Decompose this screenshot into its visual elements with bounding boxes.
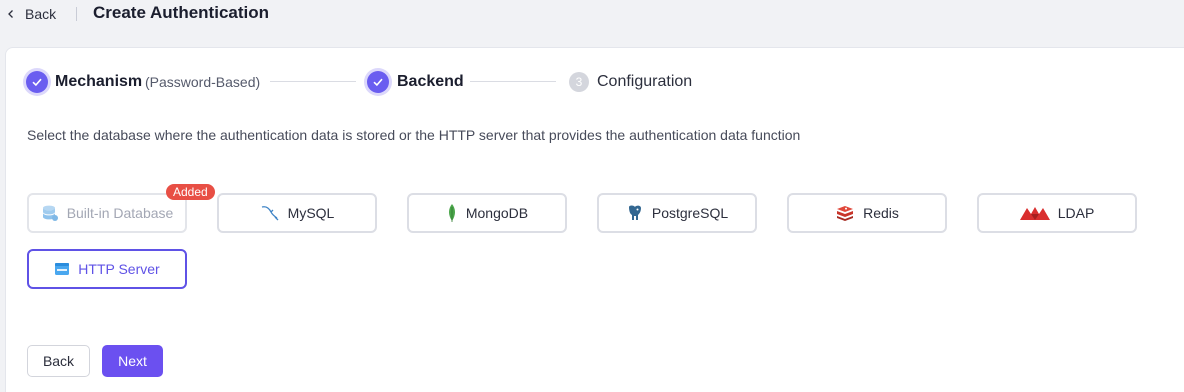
header-divider [76, 7, 77, 21]
option-label: MongoDB [465, 205, 529, 221]
option-label: PostgreSQL [651, 205, 729, 221]
header-back-link[interactable]: Back [6, 5, 56, 23]
option-postgresql[interactable]: PostgreSQL [597, 193, 757, 233]
option-redis[interactable]: Redis [787, 193, 947, 233]
step-connector-1 [270, 81, 356, 82]
step-2-check-icon [367, 71, 389, 93]
chevron-left-icon [8, 10, 13, 18]
option-built-in-database[interactable]: Built-in Database [27, 193, 187, 233]
step-1-check-icon [26, 71, 48, 93]
step-3-title: Configuration [597, 73, 693, 90]
option-mongodb[interactable]: MongoDB [407, 193, 567, 233]
postgresql-elephant-icon [628, 205, 641, 220]
ldap-logo-icon [1019, 207, 1050, 220]
option-label: MySQL [287, 205, 335, 221]
option-label: Built-in Database [66, 205, 174, 221]
mongodb-leaf-icon [448, 204, 455, 222]
option-label: HTTP Server [78, 261, 160, 277]
option-ldap[interactable]: LDAP [977, 193, 1137, 233]
option-label: Redis [863, 205, 899, 221]
top-bar: Back Create Authentication [0, 0, 1184, 30]
header-back-label: Back [25, 6, 57, 22]
mysql-dolphin-icon [261, 206, 279, 221]
step-2-title: Backend [397, 73, 464, 90]
backend-description: Select the database where the authentica… [27, 127, 801, 143]
database-icon [42, 205, 58, 221]
back-button[interactable]: Back [27, 345, 90, 377]
http-server-icon [55, 263, 70, 275]
page-title: Create Authentication [93, 3, 270, 22]
option-mysql[interactable]: MySQL [217, 193, 377, 233]
step-3-number: 3 [569, 72, 589, 92]
redis-cube-icon [837, 206, 854, 221]
step-connector-2 [470, 81, 556, 82]
main-card: Mechanism (Password-Based) Backend 3 Con… [5, 47, 1184, 392]
step-1-title: Mechanism [55, 73, 143, 90]
option-label: LDAP [1057, 205, 1095, 221]
next-button[interactable]: Next [102, 345, 163, 377]
step-1-subtitle: (Password-Based) [145, 74, 261, 90]
added-badge: Added [166, 184, 215, 200]
option-http-server[interactable]: HTTP Server [27, 249, 187, 289]
